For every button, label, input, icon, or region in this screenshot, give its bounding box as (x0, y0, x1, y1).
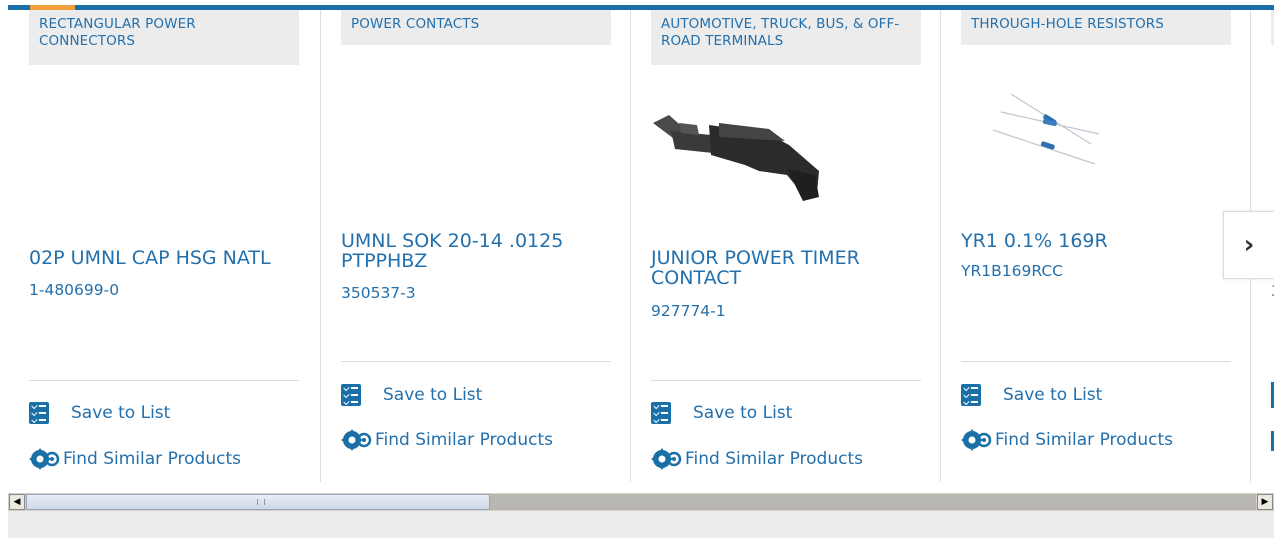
product-card: POWER CONTACTS UMNL SOK 20-14 .0125 PTPP… (320, 10, 631, 482)
part-number[interactable]: 927774-1 (651, 302, 726, 320)
gears-icon (341, 429, 372, 451)
top-accent-bar (0, 0, 1274, 10)
find-similar-label: Find Similar Products (685, 449, 863, 469)
save-to-list-button[interactable]: Save to List (341, 384, 482, 406)
save-to-list-label: Save to List (1003, 385, 1103, 405)
checklist-icon (341, 384, 361, 406)
scrollbar-grip (257, 499, 265, 505)
gears-icon (651, 448, 682, 470)
product-title[interactable]: YR1 0.1% 169R (961, 231, 1231, 251)
category-label[interactable]: RECTANGULAR POWER CONNECTORS (29, 10, 299, 65)
scroll-right-arrow-icon[interactable]: ▶ (1257, 494, 1273, 510)
find-similar-label: Find Similar Products (375, 430, 553, 450)
scrollbar-thumb[interactable] (26, 494, 490, 510)
part-number[interactable]: 1-480699-0 (29, 281, 119, 299)
product-title[interactable]: 02P UMNL CAP HSG NATL (29, 248, 299, 268)
part-number[interactable]: YR1B169RCC (961, 262, 1063, 280)
product-card: AUTOMOTIVE, TRUCK, BUS, & OFF-ROAD TERMI… (630, 10, 941, 482)
save-to-list-button[interactable]: Save to List (961, 384, 1102, 406)
find-similar-button[interactable]: Find Similar Products (341, 429, 553, 451)
scroll-left-arrow-icon[interactable]: ◀ (9, 494, 25, 510)
save-to-list-button[interactable]: Save to List (651, 402, 792, 424)
carousel-next-button[interactable]: › (1223, 211, 1274, 279)
product-card: THROUGH-HOLE RESISTORS YR1 0.1% 169R YR1… (940, 10, 1251, 482)
footer-area (8, 511, 1274, 538)
category-label[interactable]: THROUGH-HOLE RESISTORS (961, 10, 1231, 45)
find-similar-label: Find Similar Products (63, 449, 241, 469)
product-card: RECTANGULAR POWER CONNECTORS 02P UMNL CA… (9, 10, 320, 482)
part-number[interactable]: 350537-3 (341, 284, 416, 302)
save-to-list-label: Save to List (71, 403, 171, 423)
checklist-icon (651, 402, 671, 424)
card-divider (961, 361, 1231, 362)
product-carousel: RECTANGULAR POWER CONNECTORS 02P UMNL CA… (0, 10, 1274, 490)
category-label[interactable]: AUTOMOTIVE, TRUCK, BUS, & OFF-ROAD TERMI… (651, 10, 921, 65)
find-similar-button[interactable]: Find Similar Products (651, 448, 863, 470)
card-divider (29, 380, 299, 381)
checklist-icon (961, 384, 981, 406)
card-divider (651, 380, 921, 381)
card-divider (341, 361, 611, 362)
product-title[interactable]: UMNL SOK 20-14 .0125 PTPPHBZ (341, 231, 611, 271)
horizontal-scrollbar[interactable]: ◀ ▶ (8, 493, 1274, 511)
save-to-list-label: Save to List (693, 403, 793, 423)
save-to-list-label: Save to List (383, 385, 483, 405)
checklist-icon (29, 402, 49, 424)
find-similar-label: Find Similar Products (995, 430, 1173, 450)
resistor-image[interactable] (991, 88, 1101, 168)
terminal-contact-image[interactable] (649, 105, 831, 205)
save-to-list-button[interactable]: Save to List (29, 402, 170, 424)
find-similar-button[interactable]: Find Similar Products (961, 429, 1173, 451)
gears-icon (29, 448, 60, 470)
product-title[interactable]: JUNIOR POWER TIMER CONTACT (651, 248, 921, 288)
chevron-right-icon: › (1243, 230, 1255, 260)
gears-icon (961, 429, 992, 451)
category-label[interactable]: POWER CONTACTS (341, 10, 611, 45)
find-similar-button[interactable]: Find Similar Products (29, 448, 241, 470)
